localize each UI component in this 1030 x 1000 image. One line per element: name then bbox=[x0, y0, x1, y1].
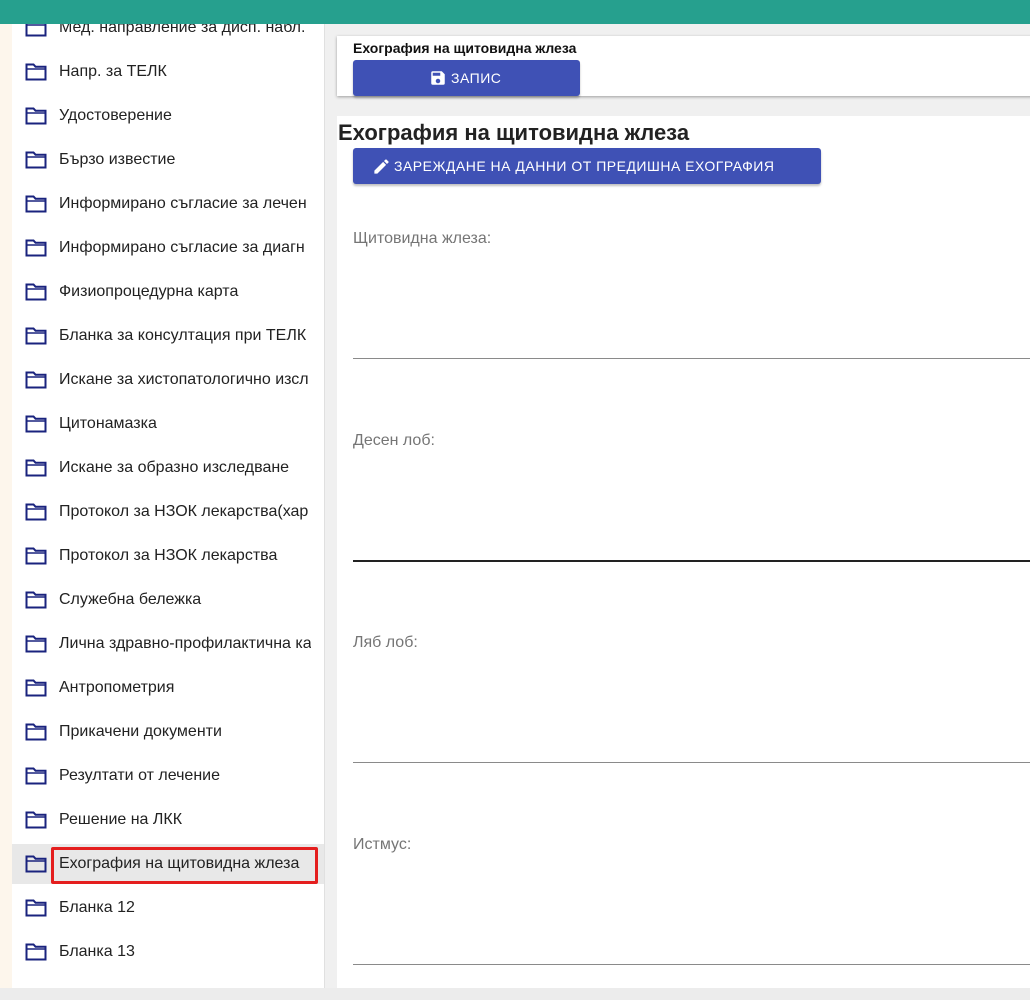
folder-icon bbox=[25, 195, 47, 213]
sidebar-item-label: Информирано съгласие за лечен bbox=[59, 195, 307, 212]
sidebar: Мед. направление за дисп. набл. Напр. за… bbox=[12, 24, 325, 988]
sidebar-item-barzo-izvestie[interactable]: Бързо известие bbox=[12, 140, 324, 180]
sidebar-item-label: Служебна бележка bbox=[59, 591, 202, 608]
sidebar-item-label: Протокол за НЗОК лекарства bbox=[59, 547, 278, 564]
sidebar-item-sluzhebna-belezhka[interactable]: Служебна бележка bbox=[12, 580, 324, 620]
sidebar-item-obrazno-izsledvane[interactable]: Искане за образно изследване bbox=[12, 448, 324, 488]
sidebar-item-label: Искане за образно изследване bbox=[59, 459, 290, 476]
folder-icon bbox=[25, 327, 47, 345]
folder-icon bbox=[25, 503, 47, 521]
sidebar-item-label: Антропометрия bbox=[59, 679, 175, 696]
load-previous-data-label: ЗАРЕЖДАНЕ НА ДАННИ ОТ ПРЕДИШНА ЕХОГРАФИЯ bbox=[394, 158, 775, 174]
sidebar-item-label: Напр. за ТЕЛК bbox=[59, 63, 167, 80]
sidebar-item-telk[interactable]: Напр. за ТЕЛК bbox=[12, 52, 324, 92]
folder-icon bbox=[25, 459, 47, 477]
folder-icon bbox=[25, 107, 47, 125]
folder-icon bbox=[25, 591, 47, 609]
folder-icon bbox=[25, 723, 47, 741]
thyroid-field-label: Щитовидна жлеза: bbox=[353, 230, 492, 247]
right-lobe-textarea[interactable] bbox=[353, 456, 1030, 562]
folder-icon bbox=[25, 239, 47, 257]
folder-icon bbox=[25, 899, 47, 917]
header-title: Ехография на щитовидна жлеза bbox=[353, 40, 577, 56]
sidebar-item-label: Протокол за НЗОК лекарства(хар bbox=[59, 503, 309, 520]
sidebar-item-ehografia-shtitovidna[interactable]: Ехография на щитовидна жлеза bbox=[12, 844, 324, 884]
folder-icon bbox=[25, 24, 47, 37]
left-edge-strip bbox=[0, 24, 12, 988]
save-button-label: ЗАПИС bbox=[451, 70, 502, 86]
folder-icon bbox=[25, 679, 47, 697]
sidebar-item-nzok-protokol[interactable]: Протокол за НЗОК лекарства bbox=[12, 536, 324, 576]
sidebar-item-label: Мед. направление за дисп. набл. bbox=[59, 24, 306, 36]
folder-icon bbox=[25, 811, 47, 829]
sidebar-item-profilaktichna-karta[interactable]: Лична здравно-профилактична ка bbox=[12, 624, 324, 664]
folder-icon bbox=[25, 415, 47, 433]
floppy-disk-icon bbox=[431, 71, 445, 85]
right-lobe-field-label: Десен лоб: bbox=[353, 432, 435, 449]
sidebar-item-label: Искане за хистопатологично изсл bbox=[59, 371, 309, 388]
folder-icon bbox=[25, 943, 47, 961]
thyroid-textarea[interactable] bbox=[353, 254, 1030, 359]
sidebar-item-label: Бързо известие bbox=[59, 151, 176, 168]
load-previous-data-button[interactable]: ЗАРЕЖДАНЕ НА ДАННИ ОТ ПРЕДИШНА ЕХОГРАФИЯ bbox=[353, 148, 821, 184]
sidebar-item-antropometria[interactable]: Антропометрия bbox=[12, 668, 324, 708]
folder-icon bbox=[25, 635, 47, 653]
save-button[interactable]: ЗАПИС bbox=[353, 60, 580, 96]
bottom-scroll-area bbox=[0, 988, 1030, 1000]
folder-icon bbox=[25, 63, 47, 81]
folder-icon bbox=[25, 151, 47, 169]
sidebar-item-prikacheni-dokumenti[interactable]: Прикачени документи bbox=[12, 712, 324, 752]
sidebar-item-reshenie-lkk[interactable]: Решение на ЛКК bbox=[12, 800, 324, 840]
sidebar-item-label: Физиопроцедурна карта bbox=[59, 283, 239, 300]
isthmus-textarea[interactable] bbox=[353, 860, 1030, 965]
sidebar-item-label: Бланка за консултация при ТЕЛК bbox=[59, 327, 307, 344]
top-app-bar bbox=[0, 0, 1030, 24]
isthmus-field-label: Истмус: bbox=[353, 836, 412, 853]
sidebar-item-citonamazka[interactable]: Цитонамазка bbox=[12, 404, 324, 444]
sidebar-item-med-napravlenie[interactable]: Мед. направление за дисп. набл. bbox=[12, 24, 324, 48]
form-card: Ехография на щитовидна жлеза ЗАРЕЖДАНЕ Н… bbox=[337, 116, 1030, 996]
sidebar-item-label: Бланка 12 bbox=[59, 899, 135, 916]
sidebar-item-rezultati-lechenie[interactable]: Резултати от лечение bbox=[12, 756, 324, 796]
sidebar-item-blanka-13[interactable]: Бланка 13 bbox=[12, 932, 324, 972]
sidebar-item-blanka-12[interactable]: Бланка 12 bbox=[12, 888, 324, 928]
left-lobe-field-label: Ляб лоб: bbox=[353, 634, 418, 651]
sidebar-item-label: Лична здравно-профилактична ка bbox=[59, 635, 311, 652]
folder-icon bbox=[25, 547, 47, 565]
sidebar-item-label: Прикачени документи bbox=[59, 723, 222, 740]
sidebar-item-nzok-protokol-har[interactable]: Протокол за НЗОК лекарства(хар bbox=[12, 492, 324, 532]
sidebar-item-label: Резултати от лечение bbox=[59, 767, 220, 784]
sidebar-item-udostoverenie[interactable]: Удостоверение bbox=[12, 96, 324, 136]
sidebar-item-konsultacia-telk[interactable]: Бланка за консултация при ТЕЛК bbox=[12, 316, 324, 356]
left-lobe-textarea[interactable] bbox=[353, 658, 1030, 763]
sidebar-item-label: Информирано съгласие за диагн bbox=[59, 239, 305, 256]
main-content: Ехография на щитовидна жлеза ЗАПИС Ехогр… bbox=[325, 24, 1030, 996]
sidebar-item-label: Решение на ЛКК bbox=[59, 811, 183, 828]
pencil-icon bbox=[374, 159, 389, 174]
sidebar-item-label: Бланка 13 bbox=[59, 943, 135, 960]
sidebar-item-label: Удостоверение bbox=[59, 107, 172, 124]
folder-icon bbox=[25, 855, 47, 873]
sidebar-item-histopatologichno[interactable]: Искане за хистопатологично изсл bbox=[12, 360, 324, 400]
folder-icon bbox=[25, 767, 47, 785]
sidebar-item-label: Цитонамазка bbox=[59, 415, 157, 432]
sidebar-item-saglasie-lechenie[interactable]: Информирано съгласие за лечен bbox=[12, 184, 324, 224]
form-title: Ехография на щитовидна жлеза bbox=[338, 120, 690, 145]
folder-icon bbox=[25, 371, 47, 389]
folder-icon bbox=[25, 283, 47, 301]
sidebar-item-saglasie-diagnostika[interactable]: Информирано съгласие за диагн bbox=[12, 228, 324, 268]
sidebar-item-fizioprocedurna-karta[interactable]: Физиопроцедурна карта bbox=[12, 272, 324, 312]
selection-highlight bbox=[51, 847, 318, 884]
